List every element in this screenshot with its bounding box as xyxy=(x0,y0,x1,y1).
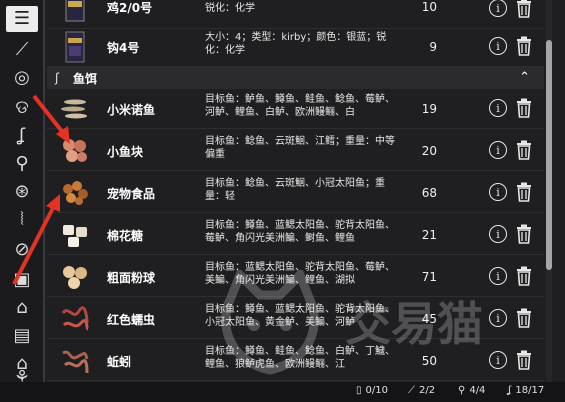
status-value: 0/10 xyxy=(365,385,388,396)
status-bar: ▯ 0/10 ⟋ 2/2 ⚲ 4/4 ʆ 18/17 xyxy=(0,382,565,402)
trash-icon[interactable] xyxy=(515,182,533,202)
minnow-thumbnail xyxy=(61,99,87,119)
trash-icon[interactable] xyxy=(515,0,533,18)
item-quantity: 71 xyxy=(421,270,437,284)
status-value: 18/17 xyxy=(515,385,545,396)
marshmallow-thumbnail xyxy=(63,225,87,247)
item-name: 蚯蚓 xyxy=(107,354,132,369)
item-name: 钩4号 xyxy=(107,40,140,55)
item-quantity: 50 xyxy=(421,354,437,368)
item-quantity: 9 xyxy=(429,40,437,54)
net-icon[interactable]: ▣ xyxy=(6,266,38,294)
trash-icon[interactable] xyxy=(515,98,533,118)
status-baits: ʆ 18/17 xyxy=(508,385,544,396)
line-icon[interactable]: ଡ xyxy=(6,94,38,122)
vertical-scrollbar[interactable] xyxy=(546,0,552,382)
info-button[interactable]: i xyxy=(489,351,507,369)
item-name: 棉花糖 xyxy=(107,228,144,243)
status-keepnet: ▯ 0/10 xyxy=(356,385,388,396)
red-worm-thumbnail xyxy=(61,306,90,331)
status-value: 2/2 xyxy=(419,385,436,396)
info-button[interactable]: i xyxy=(489,267,507,285)
item-name: 小鱼块 xyxy=(107,144,144,159)
trash-icon[interactable] xyxy=(515,224,533,244)
item-description: 目标鱼：蓝鳃太阳鱼、驼背太阳鱼、莓鲈、美鳊、角闪光美洲鳊、鲤鱼、湖拟 xyxy=(205,262,395,286)
info-button[interactable]: i xyxy=(489,37,507,55)
info-button[interactable]: i xyxy=(489,99,507,117)
item-name: 粗面粉球 xyxy=(107,270,156,285)
list-item[interactable]: 钩4号 大小：4；类型：kirby；颜色：银蓝；锐化：化学 9 i xyxy=(47,28,544,67)
trash-icon[interactable] xyxy=(515,36,533,56)
trash-icon[interactable] xyxy=(515,350,533,370)
item-description: 目标鱼：鳟鱼、蓝鳃太阳鱼、驼背太阳鱼、小冠太阳鱼、黄金鲈、美鳊、河鲈 xyxy=(205,304,395,328)
section-header-bait[interactable]: ʃ 鱼饵 ⌃ xyxy=(47,67,544,89)
item-description: 目标鱼：鳟鱼、蓝鳃太阳鱼、驼背太阳鱼、莓鲈、角闪光美洲鳊、鲥鱼、鲤鱼 xyxy=(205,220,395,244)
list-item[interactable]: 小鱼块 目标鱼：鲶鱼、云斑鮰、江鳕；重量：中等偏重 20 i xyxy=(47,132,544,171)
keepnet-icon[interactable]: ⌂ xyxy=(6,294,38,322)
item-quantity: 19 xyxy=(421,102,437,116)
item-name: 红色蠕虫 xyxy=(107,312,156,327)
list-item[interactable]: 棉花糖 目标鱼：鳟鱼、蓝鳃太阳鱼、驼背太阳鱼、莓鲈、角闪光美洲鳊、鲥鱼、鲤鱼 2… xyxy=(47,216,544,255)
info-button[interactable]: i xyxy=(489,0,507,17)
rod-icon[interactable]: ⟋ xyxy=(6,36,38,64)
info-button[interactable]: i xyxy=(489,183,507,201)
info-button[interactable]: i xyxy=(489,225,507,243)
info-button[interactable]: i xyxy=(489,141,507,159)
trash-icon[interactable] xyxy=(515,140,533,160)
chevron-up-icon[interactable]: ⌃ xyxy=(519,70,530,85)
bait-icon: ʃ xyxy=(55,71,60,85)
list-item[interactable]: 蚯蚓 目标鱼：鳟鱼、鲑鱼、鲶鱼、白鲈、丁鱥、鲤鱼、狼鲈虎鱼、欧洲鳗鲡、江 50 … xyxy=(47,342,544,381)
item-quantity: 68 xyxy=(421,186,437,200)
fish-chunk-thumbnail xyxy=(63,139,87,162)
tackle-box-icon[interactable]: ▤ xyxy=(6,322,38,350)
sidebar: ☰ ⟋ ◎ ଡ ʆ ⚲ ⊛ ⦚ ⊘ ▣ ⌂ ▤ ⌂ ⚘ xyxy=(0,0,43,402)
earthworm-thumbnail xyxy=(62,350,89,374)
rod-icon: ⟋ xyxy=(408,385,415,396)
hook-pack-thumbnail xyxy=(65,0,85,22)
item-quantity: 20 xyxy=(421,144,437,158)
list-item[interactable]: 粗面粉球 目标鱼：蓝鳃太阳鱼、驼背太阳鱼、莓鲈、美鳊、角闪光美洲鳊、鲤鱼、湖拟 … xyxy=(47,258,544,297)
item-description: 目标鱼：鲶鱼、云斑鮰、小冠太阳鱼；重量：轻 xyxy=(205,178,385,202)
sinker-icon[interactable]: ⊘ xyxy=(6,236,38,264)
list-item[interactable]: 小米诺鱼 目标鱼：鲈鱼、鳟鱼、鲑鱼、鲶鱼、莓鲈、河鲈、鲤鱼、白鲈、欧洲鳗鲡、白 … xyxy=(47,90,544,129)
reel-icon[interactable]: ◎ xyxy=(6,64,38,92)
item-quantity: 21 xyxy=(421,228,437,242)
trash-icon[interactable] xyxy=(515,308,533,328)
item-quantity: 10 xyxy=(421,0,437,14)
pet-food-thumbnail xyxy=(63,181,88,205)
lure-icon: ⚲ xyxy=(458,385,466,396)
section-title: 鱼饵 xyxy=(73,72,98,86)
item-name: 鸡2/0号 xyxy=(107,0,153,15)
status-lures: ⚲ 4/4 xyxy=(458,385,485,396)
hook-icon[interactable]: ʆ xyxy=(6,122,38,150)
drawer-icon[interactable]: ☰ xyxy=(6,6,38,32)
item-description: 目标鱼：鲶鱼、云斑鮰、江鳕；重量：中等偏重 xyxy=(205,136,395,160)
lure-icon[interactable]: ⚲ xyxy=(6,150,38,178)
trash-icon[interactable] xyxy=(515,266,533,286)
item-quantity: 45 xyxy=(421,312,437,326)
item-name: 小米诺鱼 xyxy=(107,102,156,117)
status-value: 4/4 xyxy=(469,385,486,396)
scrollbar-thumb[interactable] xyxy=(546,40,552,270)
item-description: 大小：4；类型：kirby；颜色：银蓝；锐化：化学 xyxy=(205,32,387,56)
item-description: 目标鱼：鲈鱼、鳟鱼、鲑鱼、鲶鱼、莓鲈、河鲈、鲤鱼、白鲈、欧洲鳗鲡、白 xyxy=(205,94,395,118)
dough-ball-thumbnail xyxy=(63,266,87,289)
fish-icon[interactable]: ⊛ xyxy=(6,178,38,206)
list-item[interactable]: 鸡2/0号 锐化：化学 10 i xyxy=(47,0,544,29)
inventory-list: 鸡2/0号 锐化：化学 10 i 钩4号 大小：4；类型：kirby；颜色：银蓝… xyxy=(47,0,544,382)
list-item[interactable]: 宠物食品 目标鱼：鲶鱼、云斑鮰、小冠太阳鱼；重量：轻 68 i xyxy=(47,174,544,213)
plant-icon[interactable]: ⚘ xyxy=(6,369,38,387)
bag-icon: ▯ xyxy=(356,385,362,396)
status-rods: ⟋ 2/2 xyxy=(408,385,435,396)
worm-icon: ʆ xyxy=(508,385,512,396)
item-name: 宠物食品 xyxy=(107,186,156,201)
hook-pack-thumbnail xyxy=(65,31,85,63)
float-icon[interactable]: ⦚ xyxy=(6,206,38,234)
list-item[interactable]: 红色蠕虫 目标鱼：鳟鱼、蓝鳃太阳鱼、驼背太阳鱼、小冠太阳鱼、黄金鲈、美鳊、河鲈 … xyxy=(47,300,544,339)
info-button[interactable]: i xyxy=(489,309,507,327)
item-description: 目标鱼：鳟鱼、鲑鱼、鲶鱼、白鲈、丁鱥、鲤鱼、狼鲈虎鱼、欧洲鳗鲡、江 xyxy=(205,346,395,370)
sidebar-divider xyxy=(43,0,45,382)
